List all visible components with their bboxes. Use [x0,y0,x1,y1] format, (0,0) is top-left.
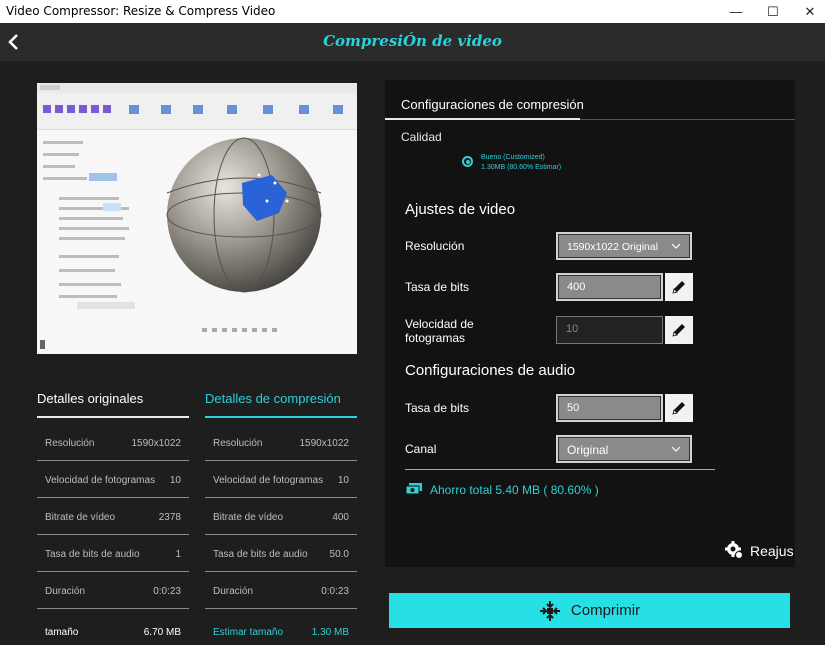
compression-details-list: Resolución 1590x1022 Velocidad de fotogra… [205,424,357,645]
video-preview[interactable] [37,83,357,354]
detail-row: Duración 0:0:23 [205,572,357,609]
detail-row: Resolución 1590x1022 [37,424,189,461]
readjust-button[interactable]: Reajus [750,543,794,559]
compress-button-label: Comprimir [570,602,641,619]
window-titlebar: Video Compressor: Resize & Compress Vide… [0,0,825,23]
tab-original-details[interactable]: Detalles originales [37,391,189,418]
detail-label: Tasa de bits de audio [213,549,308,560]
detail-row: Velocidad de fotogramas 10 [205,461,357,498]
detail-value: 1590x1022 [131,438,182,449]
channel-label: Canal [405,442,437,456]
gear-reset-icon[interactable] [725,541,743,559]
settings-header: Configuraciones de compresión [401,97,584,112]
detail-label: Duración [45,586,86,597]
edit-audio-bitrate-button[interactable] [665,394,693,422]
minimize-button[interactable]: — [718,0,754,23]
detail-label: Resolución [45,438,95,449]
detail-value: 10 [169,475,181,486]
detail-row: Bitrate de vídeo 2378 [37,498,189,535]
detail-label: Velocidad de fotogramas [45,475,156,486]
compress-button[interactable]: Comprimir [389,593,790,628]
resolution-select[interactable]: 1590x1022 Original [556,232,692,260]
detail-row: tamaño 6.70 MB [37,609,189,645]
video-settings-title: Ajustes de video [405,201,516,218]
detail-row: Tasa de bits de audio 50.0 [205,535,357,572]
detail-value: 2378 [158,512,181,523]
detail-value: 10 [337,475,349,486]
total-savings: Ahorro total 5.40 MB ( 80.60% ) [430,483,599,497]
resolution-label: Resolución [405,239,465,253]
settings-header-divider [580,119,795,120]
detail-label: Tasa de bits de audio [45,549,140,560]
detail-row: Velocidad de fotogramas 10 [37,461,189,498]
maximize-button[interactable]: ☐ [755,0,791,23]
video-bitrate-input[interactable]: 400 [556,273,663,301]
detail-value: 6.70 MB [143,627,181,638]
framerate-label-line2: fotogramas [405,331,466,345]
channel-value: Original [567,443,609,457]
pencil-icon [672,281,685,294]
detail-label: tamaño [45,627,79,638]
detail-value: 50.0 [329,549,349,560]
detail-label: Estimar tamaño [213,627,284,638]
original-details-list: Resolución 1590x1022 Velocidad de fotogra… [37,424,189,645]
app-header: CompresiÓn de video [0,23,825,61]
detail-label: Resolución [213,438,263,449]
detail-value: 0:0:23 [153,586,181,597]
audio-bitrate-label: Tasa de bits [405,401,470,415]
settings-divider [405,469,715,470]
detail-label: Bitrate de vídeo [213,512,284,523]
video-bitrate-label: Tasa de bits [405,280,470,294]
framerate-input[interactable]: 10 [556,316,663,344]
detail-row: Estimar tamaño 1.30 MB [205,609,357,645]
chevron-down-icon [671,446,681,452]
detail-value: 1590x1022 [299,438,350,449]
edit-framerate-button[interactable] [665,316,693,344]
detail-value: 0:0:23 [321,586,349,597]
detail-row: Bitrate de vídeo 400 [205,498,357,535]
chevron-down-icon [671,243,681,249]
channel-select[interactable]: Original [556,435,692,463]
tab-compression-details[interactable]: Detalles de compresión [205,391,357,418]
pencil-icon [672,324,685,337]
detail-value: 1.30 MB [311,627,349,638]
quality-label: Calidad [401,130,442,144]
money-icon [405,483,422,495]
quality-option[interactable]: Bueno (Customized) 1.30MB (80.60% Estima… [481,153,561,173]
resolution-value: 1590x1022 Original [567,241,659,253]
compress-icon [539,600,560,621]
detail-row: Tasa de bits de audio 1 [37,535,189,572]
quality-option-detail: 1.30MB (80.60% Estimar) [481,164,562,171]
page-title: CompresiÓn de video [323,32,502,50]
video-thumbnail-image [37,83,357,354]
quality-radio[interactable] [462,156,473,167]
settings-header-underline [385,118,580,120]
detail-value: 1 [175,549,181,560]
detail-value: 400 [332,512,349,523]
framerate-label-line1: Velocidad de [405,317,474,331]
detail-label: Bitrate de vídeo [45,512,116,523]
compression-settings-panel: Configuraciones de compresión Calidad Bu… [385,80,795,567]
audio-settings-title: Configuraciones de audio [405,362,576,379]
pencil-icon [672,402,685,415]
detail-row: Resolución 1590x1022 [205,424,357,461]
quality-option-name: Bueno (Customized) [481,154,545,161]
detail-label: Velocidad de fotogramas [213,475,324,486]
framerate-label: Velocidad de fotogramas [405,317,474,345]
detail-label: Duración [213,586,254,597]
detail-row: Duración 0:0:23 [37,572,189,609]
close-button[interactable]: ✕ [792,0,825,23]
edit-video-bitrate-button[interactable] [665,273,693,301]
audio-bitrate-input[interactable]: 50 [556,394,663,422]
window-title: Video Compressor: Resize & Compress Vide… [6,4,276,18]
